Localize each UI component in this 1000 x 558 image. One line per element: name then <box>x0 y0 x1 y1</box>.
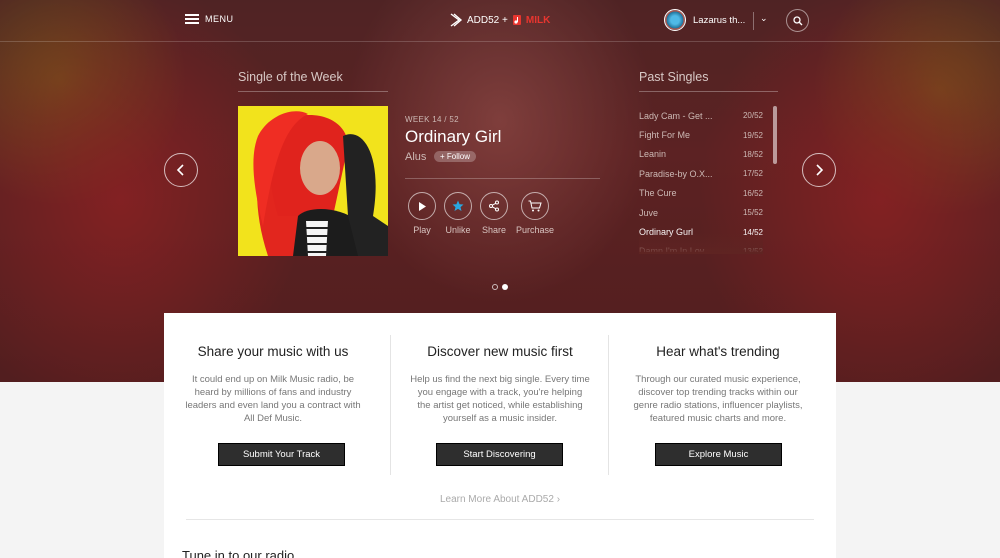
share-button[interactable]: Share <box>480 192 508 235</box>
logo-milk-text: MILK <box>525 14 551 26</box>
past-single-title: Fight For Me <box>639 130 691 141</box>
past-single-item[interactable]: Fight For Me 19/52 <box>639 125 763 144</box>
carousel-prev-button[interactable] <box>164 153 198 187</box>
top-bar: MENU ADD52 + MILK Lazarus th... ⌄ <box>0 0 1000 42</box>
past-single-week: 20/52 <box>742 111 763 121</box>
past-single-title: Juve <box>639 207 659 218</box>
past-single-title: Leanin <box>639 149 667 160</box>
share-icon <box>489 200 499 212</box>
menu-button[interactable]: MENU <box>185 14 234 24</box>
purchase-label: Purchase <box>516 225 555 235</box>
divider <box>639 91 778 92</box>
play-icon <box>419 201 426 211</box>
info-column-share: Share your music with us It could end up… <box>164 313 382 478</box>
submit-track-button[interactable]: Submit Your Track <box>218 443 345 466</box>
past-single-week: 15/52 <box>742 208 763 218</box>
past-single-item[interactable]: Paradise-by O.X... 17/52 <box>639 164 763 183</box>
cart-icon <box>528 200 542 212</box>
artist-photo <box>238 106 388 256</box>
past-single-title: The Cure <box>639 188 677 199</box>
logo[interactable]: ADD52 + MILK <box>447 12 550 28</box>
play-label: Play <box>413 225 431 235</box>
info-body: It could end up on Milk Music radio, be … <box>185 374 361 424</box>
share-label: Share <box>481 225 507 235</box>
past-single-week: 18/52 <box>742 149 763 159</box>
hamburger-icon <box>185 14 199 24</box>
artist-name[interactable]: Alus <box>405 151 426 163</box>
search-button[interactable] <box>786 9 809 32</box>
menu-label: MENU <box>205 14 234 24</box>
unlike-label: Unlike <box>445 225 471 235</box>
info-body: Through our curated music experience, di… <box>633 374 803 424</box>
carousel-dot[interactable] <box>492 284 498 290</box>
star-icon <box>452 200 464 211</box>
purchase-button[interactable]: Purchase <box>516 192 554 235</box>
album-cover-image[interactable] <box>238 106 388 256</box>
info-card: Share your music with us It could end up… <box>164 313 836 558</box>
follow-button[interactable]: + Follow <box>434 151 477 162</box>
info-title: Share your music with us <box>197 344 349 359</box>
past-single-item[interactable]: Juve 15/52 <box>639 203 763 222</box>
user-divider <box>753 12 754 30</box>
past-single-title: Lady Cam - Get ... <box>639 110 713 121</box>
week-label: WEEK 14 / 52 <box>405 115 459 124</box>
add52-logo-icon <box>450 13 463 27</box>
past-single-item[interactable]: The Cure 16/52 <box>639 184 763 203</box>
info-column-trending: Hear what's trending Through our curated… <box>609 313 827 478</box>
learn-more-link[interactable]: Learn More About ADD52 › <box>164 494 836 505</box>
past-single-title: Paradise-by O.X... <box>639 168 713 179</box>
milk-note-icon <box>512 15 521 25</box>
start-discovering-button[interactable]: Start Discovering <box>436 443 563 466</box>
past-single-item[interactable]: Leanin 18/52 <box>639 145 763 164</box>
past-single-week: 17/52 <box>742 169 763 179</box>
unlike-button[interactable]: Unlike <box>444 192 472 235</box>
chevron-left-icon <box>176 164 184 176</box>
info-body: Help us find the next big single. Every … <box>410 374 590 424</box>
past-singles-list[interactable]: Lady Cam - Get ... 20/52 Fight For Me 19/52… <box>639 106 763 252</box>
past-single-week: 19/52 <box>742 130 763 140</box>
avatar[interactable] <box>664 9 686 31</box>
song-title: Ordinary Girl <box>405 127 502 146</box>
past-singles-heading: Past Singles <box>639 70 709 84</box>
play-button[interactable]: Play <box>408 192 436 235</box>
list-fade <box>639 232 763 254</box>
carousel-dot-active[interactable] <box>502 284 508 290</box>
single-of-week-heading: Single of the Week <box>238 70 343 84</box>
info-column-discover: Discover new music first Help us find th… <box>391 313 609 478</box>
user-menu-chevron-down-icon[interactable]: ⌄ <box>760 13 768 24</box>
past-single-item[interactable]: Lady Cam - Get ... 20/52 <box>639 106 763 125</box>
past-singles-scrollbar[interactable] <box>773 106 777 164</box>
past-single-week: 16/52 <box>742 188 763 198</box>
radio-heading: Tune in to our radio <box>182 548 295 558</box>
carousel-next-button[interactable] <box>802 153 836 187</box>
chevron-right-icon <box>816 164 824 176</box>
info-title: Hear what's trending <box>656 344 780 359</box>
info-title: Discover new music first <box>427 344 573 359</box>
logo-add52-text: ADD52 + <box>467 14 508 26</box>
username[interactable]: Lazarus th... <box>693 15 745 26</box>
divider <box>186 519 814 520</box>
carousel-pagination <box>492 284 508 290</box>
search-icon <box>792 15 802 25</box>
divider <box>405 178 600 179</box>
explore-music-button[interactable]: Explore Music <box>655 443 782 466</box>
divider <box>238 91 388 92</box>
